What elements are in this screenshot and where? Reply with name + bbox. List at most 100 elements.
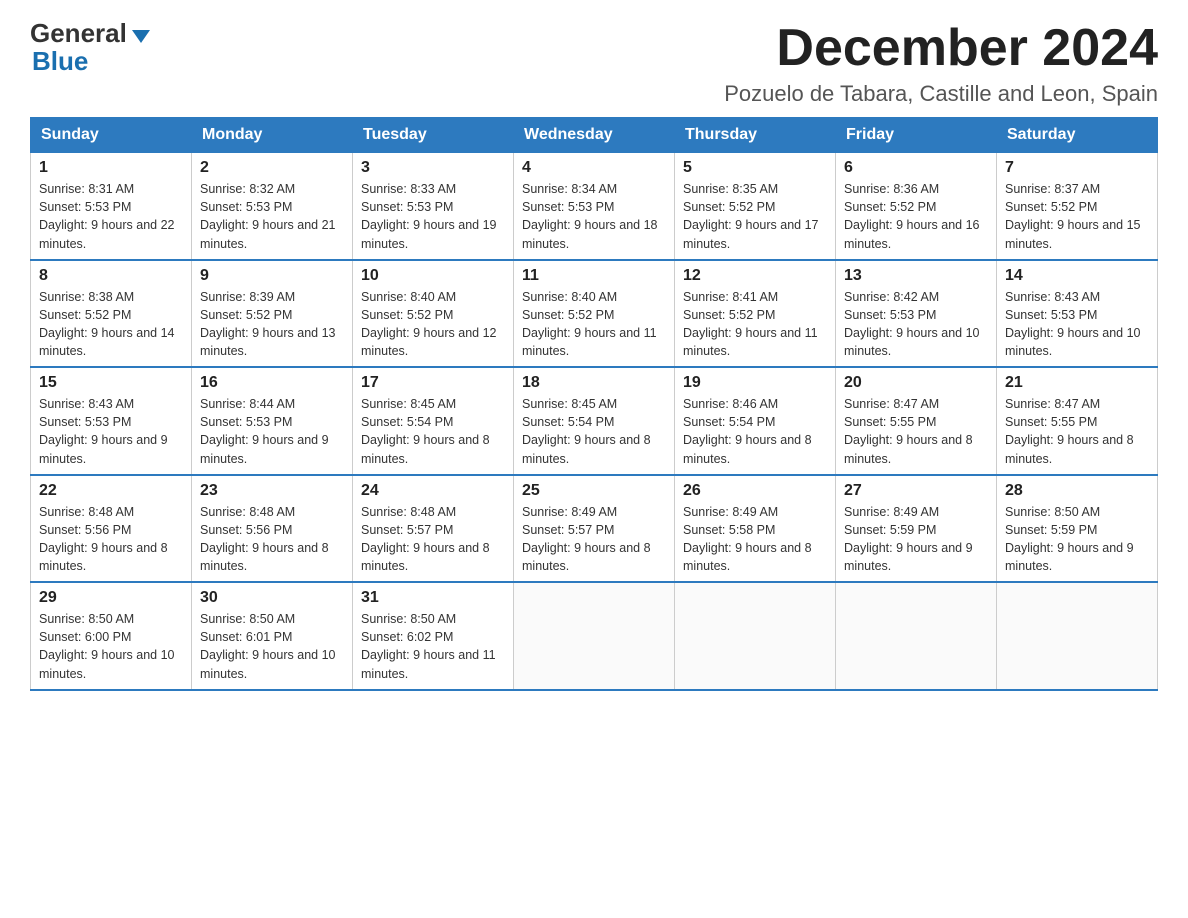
table-row: 15 Sunrise: 8:43 AMSunset: 5:53 PMDayligh… [31,367,192,475]
location-title: Pozuelo de Tabara, Castille and Leon, Sp… [724,81,1158,107]
day-number: 15 [39,374,183,392]
day-info: Sunrise: 8:50 AMSunset: 6:01 PMDaylight:… [200,610,344,683]
table-row: 1Sunrise: 8:31 AMSunset: 5:53 PMDaylight… [31,153,192,260]
table-row: 24Sunrise: 8:48 AMSunset: 5:57 PMDayligh… [353,475,514,583]
table-row [675,582,836,690]
page-header: General Blue December 2024 Pozuelo de Ta… [30,20,1158,107]
calendar-week-row: 15 Sunrise: 8:43 AMSunset: 5:53 PMDayligh… [31,367,1158,475]
table-row: 19 Sunrise: 8:46 AMSunset: 5:54 PMDayligh… [675,367,836,475]
logo: General Blue [30,20,150,74]
table-row: 13 Sunrise: 8:42 AMSunset: 5:53 PMDayligh… [836,260,997,368]
day-number: 4 [522,159,666,177]
day-number: 2 [200,159,344,177]
day-info: Sunrise: 8:40 AMSunset: 5:52 PMDaylight:… [522,288,666,361]
day-number: 20 [844,374,988,392]
day-info: Sunrise: 8:40 AMSunset: 5:52 PMDaylight:… [361,288,505,361]
table-row: 16Sunrise: 8:44 AMSunset: 5:53 PMDayligh… [192,367,353,475]
logo-arrow-icon [132,30,150,43]
table-row: 8 Sunrise: 8:38 AMSunset: 5:52 PMDaylight… [31,260,192,368]
day-number: 21 [1005,374,1149,392]
table-row: 12 Sunrise: 8:41 AMSunset: 5:52 PMDayligh… [675,260,836,368]
header-friday: Friday [836,118,997,153]
day-number: 19 [683,374,827,392]
table-row: 23 Sunrise: 8:48 AMSunset: 5:56 PMDayligh… [192,475,353,583]
day-info: Sunrise: 8:46 AMSunset: 5:54 PMDaylight:… [683,395,827,468]
day-info: Sunrise: 8:49 AMSunset: 5:59 PMDaylight:… [844,503,988,576]
day-number: 17 [361,374,505,392]
logo-blue-text: Blue [32,46,88,76]
day-number: 26 [683,482,827,500]
day-number: 23 [200,482,344,500]
table-row: 3 Sunrise: 8:33 AMSunset: 5:53 PMDaylight… [353,153,514,260]
day-info: Sunrise: 8:43 AMSunset: 5:53 PMDaylight:… [39,395,183,468]
table-row: 9Sunrise: 8:39 AMSunset: 5:52 PMDaylight… [192,260,353,368]
header-thursday: Thursday [675,118,836,153]
day-info: Sunrise: 8:47 AMSunset: 5:55 PMDaylight:… [844,395,988,468]
day-number: 30 [200,589,344,607]
table-row: 20 Sunrise: 8:47 AMSunset: 5:55 PMDayligh… [836,367,997,475]
table-row: 21 Sunrise: 8:47 AMSunset: 5:55 PMDayligh… [997,367,1158,475]
calendar-week-row: 1Sunrise: 8:31 AMSunset: 5:53 PMDaylight… [31,153,1158,260]
day-info: Sunrise: 8:50 AMSunset: 5:59 PMDaylight:… [1005,503,1149,576]
day-info: Sunrise: 8:49 AMSunset: 5:58 PMDaylight:… [683,503,827,576]
table-row: 7 Sunrise: 8:37 AMSunset: 5:52 PMDaylight… [997,153,1158,260]
day-number: 24 [361,482,505,500]
day-info: Sunrise: 8:42 AMSunset: 5:53 PMDaylight:… [844,288,988,361]
day-number: 13 [844,267,988,285]
table-row: 14 Sunrise: 8:43 AMSunset: 5:53 PMDayligh… [997,260,1158,368]
table-row: 25 Sunrise: 8:49 AMSunset: 5:57 PMDayligh… [514,475,675,583]
table-row: 5Sunrise: 8:35 AMSunset: 5:52 PMDaylight… [675,153,836,260]
day-number: 31 [361,589,505,607]
day-number: 28 [1005,482,1149,500]
day-number: 7 [1005,159,1149,177]
table-row [836,582,997,690]
table-row [997,582,1158,690]
day-number: 3 [361,159,505,177]
title-block: December 2024 Pozuelo de Tabara, Castill… [724,20,1158,107]
day-number: 11 [522,267,666,285]
day-number: 12 [683,267,827,285]
header-saturday: Saturday [997,118,1158,153]
day-info: Sunrise: 8:47 AMSunset: 5:55 PMDaylight:… [1005,395,1149,468]
table-row: 28 Sunrise: 8:50 AMSunset: 5:59 PMDayligh… [997,475,1158,583]
day-number: 14 [1005,267,1149,285]
table-row: 17 Sunrise: 8:45 AMSunset: 5:54 PMDayligh… [353,367,514,475]
day-info: Sunrise: 8:48 AMSunset: 5:56 PMDaylight:… [200,503,344,576]
calendar-week-row: 22 Sunrise: 8:48 AMSunset: 5:56 PMDayligh… [31,475,1158,583]
day-info: Sunrise: 8:45 AMSunset: 5:54 PMDaylight:… [522,395,666,468]
day-info: Sunrise: 8:32 AMSunset: 5:53 PMDaylight:… [200,180,344,253]
table-row: 27Sunrise: 8:49 AMSunset: 5:59 PMDayligh… [836,475,997,583]
day-info: Sunrise: 8:45 AMSunset: 5:54 PMDaylight:… [361,395,505,468]
day-info: Sunrise: 8:34 AMSunset: 5:53 PMDaylight:… [522,180,666,253]
table-row: 26 Sunrise: 8:49 AMSunset: 5:58 PMDayligh… [675,475,836,583]
day-number: 25 [522,482,666,500]
day-number: 16 [200,374,344,392]
logo-general-text: General [30,20,127,46]
day-info: Sunrise: 8:37 AMSunset: 5:52 PMDaylight:… [1005,180,1149,253]
day-info: Sunrise: 8:41 AMSunset: 5:52 PMDaylight:… [683,288,827,361]
table-row: 6Sunrise: 8:36 AMSunset: 5:52 PMDaylight… [836,153,997,260]
header-tuesday: Tuesday [353,118,514,153]
day-info: Sunrise: 8:50 AMSunset: 6:00 PMDaylight:… [39,610,183,683]
day-info: Sunrise: 8:35 AMSunset: 5:52 PMDaylight:… [683,180,827,253]
day-info: Sunrise: 8:49 AMSunset: 5:57 PMDaylight:… [522,503,666,576]
table-row: 31Sunrise: 8:50 AMSunset: 6:02 PMDayligh… [353,582,514,690]
table-row: 11 Sunrise: 8:40 AMSunset: 5:52 PMDayligh… [514,260,675,368]
calendar-week-row: 29 Sunrise: 8:50 AMSunset: 6:00 PMDayligh… [31,582,1158,690]
day-info: Sunrise: 8:36 AMSunset: 5:52 PMDaylight:… [844,180,988,253]
table-row: 30 Sunrise: 8:50 AMSunset: 6:01 PMDayligh… [192,582,353,690]
day-info: Sunrise: 8:38 AMSunset: 5:52 PMDaylight:… [39,288,183,361]
calendar-week-row: 8 Sunrise: 8:38 AMSunset: 5:52 PMDaylight… [31,260,1158,368]
table-row: 10Sunrise: 8:40 AMSunset: 5:52 PMDayligh… [353,260,514,368]
calendar-table: Sunday Monday Tuesday Wednesday Thursday… [30,117,1158,691]
day-number: 29 [39,589,183,607]
day-number: 8 [39,267,183,285]
table-row: 22Sunrise: 8:48 AMSunset: 5:56 PMDayligh… [31,475,192,583]
calendar-header-row: Sunday Monday Tuesday Wednesday Thursday… [31,118,1158,153]
day-info: Sunrise: 8:39 AMSunset: 5:52 PMDaylight:… [200,288,344,361]
day-info: Sunrise: 8:33 AMSunset: 5:53 PMDaylight:… [361,180,505,253]
day-info: Sunrise: 8:31 AMSunset: 5:53 PMDaylight:… [39,180,183,253]
day-info: Sunrise: 8:43 AMSunset: 5:53 PMDaylight:… [1005,288,1149,361]
day-number: 22 [39,482,183,500]
header-monday: Monday [192,118,353,153]
